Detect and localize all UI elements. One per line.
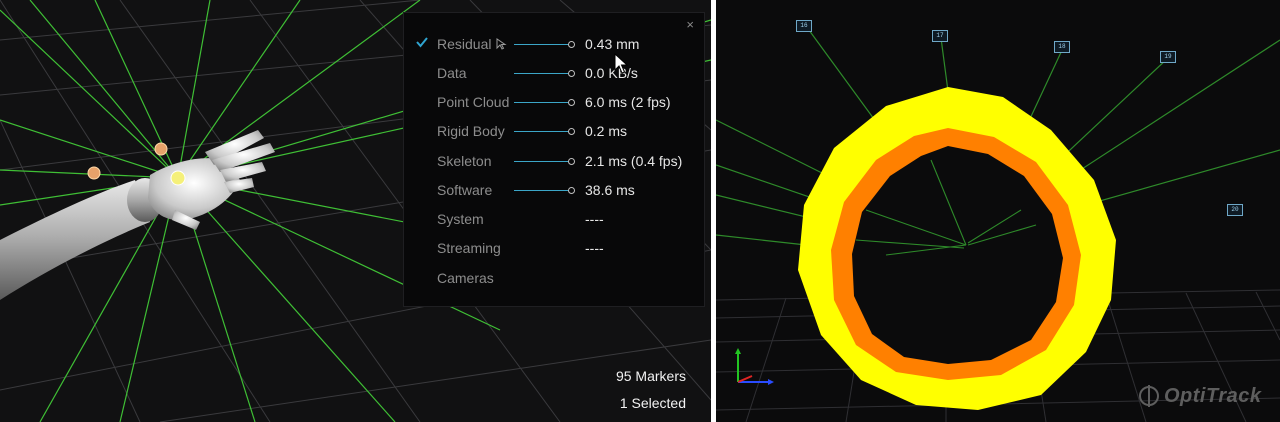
status-row-rigid-body[interactable]: Rigid Body 0.2 ms — [404, 121, 704, 141]
value-slider-track — [514, 161, 570, 162]
status-value: 6.0 ms (2 fps) — [585, 94, 671, 110]
status-label: Streaming — [437, 240, 501, 256]
value-slider-knob[interactable] — [568, 99, 575, 106]
status-row-system[interactable]: System ---- — [404, 209, 704, 229]
status-label: Software — [437, 182, 493, 198]
status-row-software[interactable]: Software 38.6 ms — [404, 180, 704, 200]
viewport-right[interactable]: 16 17 18 19 20 — [716, 0, 1280, 422]
status-label: System — [437, 211, 484, 227]
marker-count: 95 Markers — [615, 368, 686, 384]
checkmark-icon — [416, 37, 428, 48]
status-value: 0.43 mm — [585, 36, 640, 52]
status-label: Data — [437, 65, 467, 81]
value-slider-knob[interactable] — [568, 128, 575, 135]
status-value: ---- — [585, 211, 604, 227]
status-label: Cameras — [437, 270, 494, 286]
camera-label[interactable]: 17 — [932, 30, 948, 42]
camera-label[interactable]: 16 — [796, 20, 812, 32]
status-panel: × Residual 0.43 mm Data 0.0 KB/s Point C… — [403, 12, 705, 307]
viewport-left[interactable]: × Residual 0.43 mm Data 0.0 KB/s Point C… — [0, 0, 711, 422]
value-slider-track — [514, 131, 570, 132]
status-value: 38.6 ms — [585, 182, 635, 198]
marker — [154, 142, 168, 156]
status-value: ---- — [585, 240, 604, 256]
value-slider-knob[interactable] — [568, 158, 575, 165]
status-label: Rigid Body — [437, 123, 505, 139]
status-row-streaming[interactable]: Streaming ---- — [404, 238, 704, 258]
camera-label[interactable]: 19 — [1160, 51, 1176, 63]
pointer-icon — [496, 38, 507, 50]
scene-3d-ring — [716, 25, 1280, 422]
status-row-residual[interactable]: Residual 0.43 mm — [404, 34, 704, 54]
selection-count: 1 Selected — [619, 395, 686, 411]
close-button[interactable]: × — [686, 17, 694, 32]
logo-text: OptiTrack — [1164, 384, 1262, 407]
value-slider-knob[interactable] — [568, 187, 575, 194]
axis-gizmo-icon — [735, 348, 774, 385]
status-label: Residual — [437, 36, 492, 52]
status-row-cameras[interactable]: Cameras — [404, 268, 704, 288]
optitrack-logo: OptiTrack — [1138, 381, 1262, 411]
selected-marker — [170, 170, 186, 186]
mouse-cursor-icon — [614, 53, 628, 74]
status-value: 0.2 ms — [585, 123, 628, 139]
value-slider-track — [514, 190, 570, 191]
status-label: Point Cloud — [437, 94, 510, 110]
marker — [87, 166, 101, 180]
status-row-point-cloud[interactable]: Point Cloud 6.0 ms (2 fps) — [404, 92, 704, 112]
camera-label[interactable]: 20 — [1227, 204, 1243, 216]
camera-label[interactable]: 18 — [1054, 41, 1070, 53]
status-row-skeleton[interactable]: Skeleton 2.1 ms (0.4 fps) — [404, 151, 704, 171]
value-slider-knob[interactable] — [568, 41, 575, 48]
status-value: 2.1 ms (0.4 fps) — [585, 153, 683, 169]
value-slider-track — [514, 73, 570, 74]
value-slider-track — [514, 44, 570, 45]
status-label: Skeleton — [437, 153, 492, 169]
status-row-data[interactable]: Data 0.0 KB/s — [404, 63, 704, 83]
value-slider-track — [514, 102, 570, 103]
status-value: 0.0 KB/s — [585, 65, 638, 81]
optitrack-logo-icon — [1139, 385, 1159, 407]
value-slider-knob[interactable] — [568, 70, 575, 77]
